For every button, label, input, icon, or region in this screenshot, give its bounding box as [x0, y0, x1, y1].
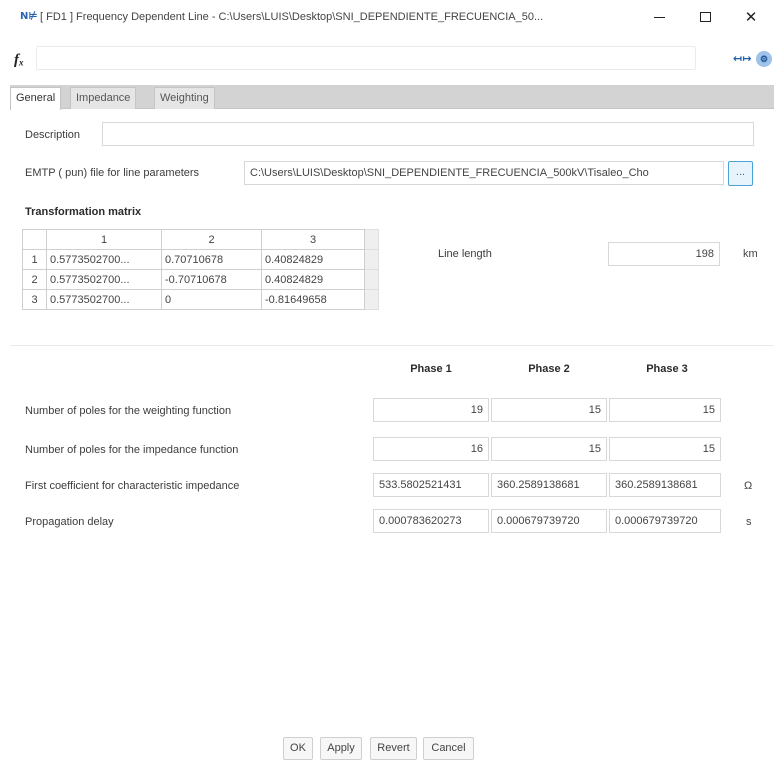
line-length-field[interactable]: 198 [608, 242, 720, 266]
matrix-cell[interactable]: 0 [161, 289, 262, 310]
matrix-cell[interactable]: -0.81649658 [261, 289, 365, 310]
description-label: Description [25, 129, 81, 141]
matrix-scrollbar-track[interactable] [364, 249, 379, 270]
weighting-poles-label: Number of poles for the weighting functi… [25, 405, 232, 417]
tab-impedance[interactable]: Impedance [70, 87, 137, 109]
matrix-cell-value: 0.5773502700... [50, 293, 130, 306]
characteristic-impedance-label: First coefficient for characteristic imp… [25, 480, 240, 492]
impedance-poles-phase1-field[interactable]: 16 [373, 437, 489, 461]
matrix-scrollbar-track[interactable] [364, 289, 379, 310]
matrix-cell[interactable]: 0.40824829 [261, 249, 365, 270]
title-bar: N⊭ [ FD1 ] Frequency Dependent Line - C:… [0, 0, 774, 34]
tab-general[interactable]: General [10, 87, 62, 110]
tab-bar: General Impedance Weighting [10, 85, 774, 110]
propagation-delay-label: Propagation delay [25, 516, 114, 528]
phase-3-header: Phase 3 [646, 363, 688, 375]
browse-button[interactable]: ... [728, 161, 753, 186]
ohm-unit: Ω [744, 480, 753, 492]
minimize-button[interactable] [636, 4, 682, 30]
matrix-corner-cell [22, 229, 47, 250]
cancel-button[interactable]: Cancel [423, 737, 474, 760]
matrix-cell[interactable]: 0.70710678 [161, 249, 262, 270]
line-length-label: Line length [438, 248, 492, 260]
line-length-unit: km [743, 248, 758, 260]
phase-2-header: Phase 2 [528, 363, 570, 375]
tab-weighting[interactable]: Weighting [154, 87, 215, 109]
matrix-cell[interactable]: 0.5773502700... [46, 249, 162, 270]
seconds-unit: s [746, 516, 752, 528]
matrix-column-header: 2 [161, 229, 262, 250]
matrix-column-header: 1 [46, 229, 162, 250]
app-logo-icon: N⊭ [20, 11, 38, 22]
matrix-row: 2 0.5773502700... -0.70710678 0.40824829 [22, 269, 379, 290]
close-icon: ✕ [744, 8, 758, 26]
characteristic-impedance-phase2-field[interactable]: 360.2589138681 [491, 473, 607, 497]
apply-button[interactable]: Apply [320, 737, 362, 760]
matrix-column-header: 3 [261, 229, 365, 250]
window-title: [ FD1 ] Frequency Dependent Line - C:\Us… [40, 11, 544, 23]
fx-icon: fₓ [14, 52, 25, 68]
transformation-matrix-title: Transformation matrix [25, 206, 142, 218]
characteristic-impedance-phase1-field[interactable]: 533.5802521431 [373, 473, 489, 497]
close-button[interactable]: ✕ [728, 4, 774, 30]
ok-button[interactable]: OK [283, 737, 313, 760]
matrix-cell[interactable]: 0.5773502700... [46, 269, 162, 290]
matrix-row-header: 1 [22, 249, 47, 270]
matrix-cell[interactable]: -0.70710678 [161, 269, 262, 290]
impedance-poles-phase3-field[interactable]: 15 [609, 437, 721, 461]
impedance-poles-phase2-field[interactable]: 15 [491, 437, 607, 461]
phase-1-header: Phase 1 [410, 363, 452, 375]
link-arrows-icon[interactable]: ↤↦ [733, 52, 751, 66]
minimize-icon [653, 16, 665, 18]
maximize-button[interactable] [682, 4, 728, 30]
propagation-delay-phase1-field[interactable]: 0.000783620273 [373, 509, 489, 533]
matrix-cell[interactable]: 0.5773502700... [46, 289, 162, 310]
matrix-scrollbar-track[interactable] [364, 269, 379, 290]
characteristic-impedance-phase3-field[interactable]: 360.2589138681 [609, 473, 721, 497]
revert-button[interactable]: Revert [370, 737, 417, 760]
matrix-row-header: 3 [22, 289, 47, 310]
formula-bar: fₓ ↤↦ ⚙ [10, 44, 774, 74]
maximize-icon [699, 12, 711, 22]
matrix-cell[interactable]: 0.40824829 [261, 269, 365, 290]
matrix-cell-value: 0.5773502700... [50, 273, 130, 286]
description-field[interactable] [102, 122, 754, 146]
transformation-matrix-table: 1 2 3 1 0.5773502700... 0.70710678 0.408… [22, 229, 379, 310]
matrix-row: 1 0.5773502700... 0.70710678 0.40824829 [22, 249, 379, 270]
formula-input[interactable] [36, 46, 696, 70]
weighting-poles-phase1-field[interactable]: 19 [373, 398, 489, 422]
matrix-header-row: 1 2 3 [22, 229, 379, 250]
weighting-poles-phase2-field[interactable]: 15 [491, 398, 607, 422]
matrix-cell-value: 0.5773502700... [50, 253, 130, 266]
matrix-row-header: 2 [22, 269, 47, 290]
emtp-file-field[interactable]: C:\Users\LUIS\Desktop\SNI_DEPENDIENTE_FR… [244, 161, 724, 185]
weighting-poles-phase3-field[interactable]: 15 [609, 398, 721, 422]
propagation-delay-phase3-field[interactable]: 0.000679739720 [609, 509, 721, 533]
settings-icon[interactable]: ⚙ [756, 51, 772, 67]
impedance-poles-label: Number of poles for the impedance functi… [25, 444, 239, 456]
matrix-row: 3 0.5773502700... 0 -0.81649658 [22, 289, 379, 310]
emtp-file-label: EMTP ( pun) file for line parameters [25, 167, 200, 179]
matrix-scrollbar[interactable] [364, 229, 379, 250]
section-divider [10, 345, 774, 346]
propagation-delay-phase2-field[interactable]: 0.000679739720 [491, 509, 607, 533]
